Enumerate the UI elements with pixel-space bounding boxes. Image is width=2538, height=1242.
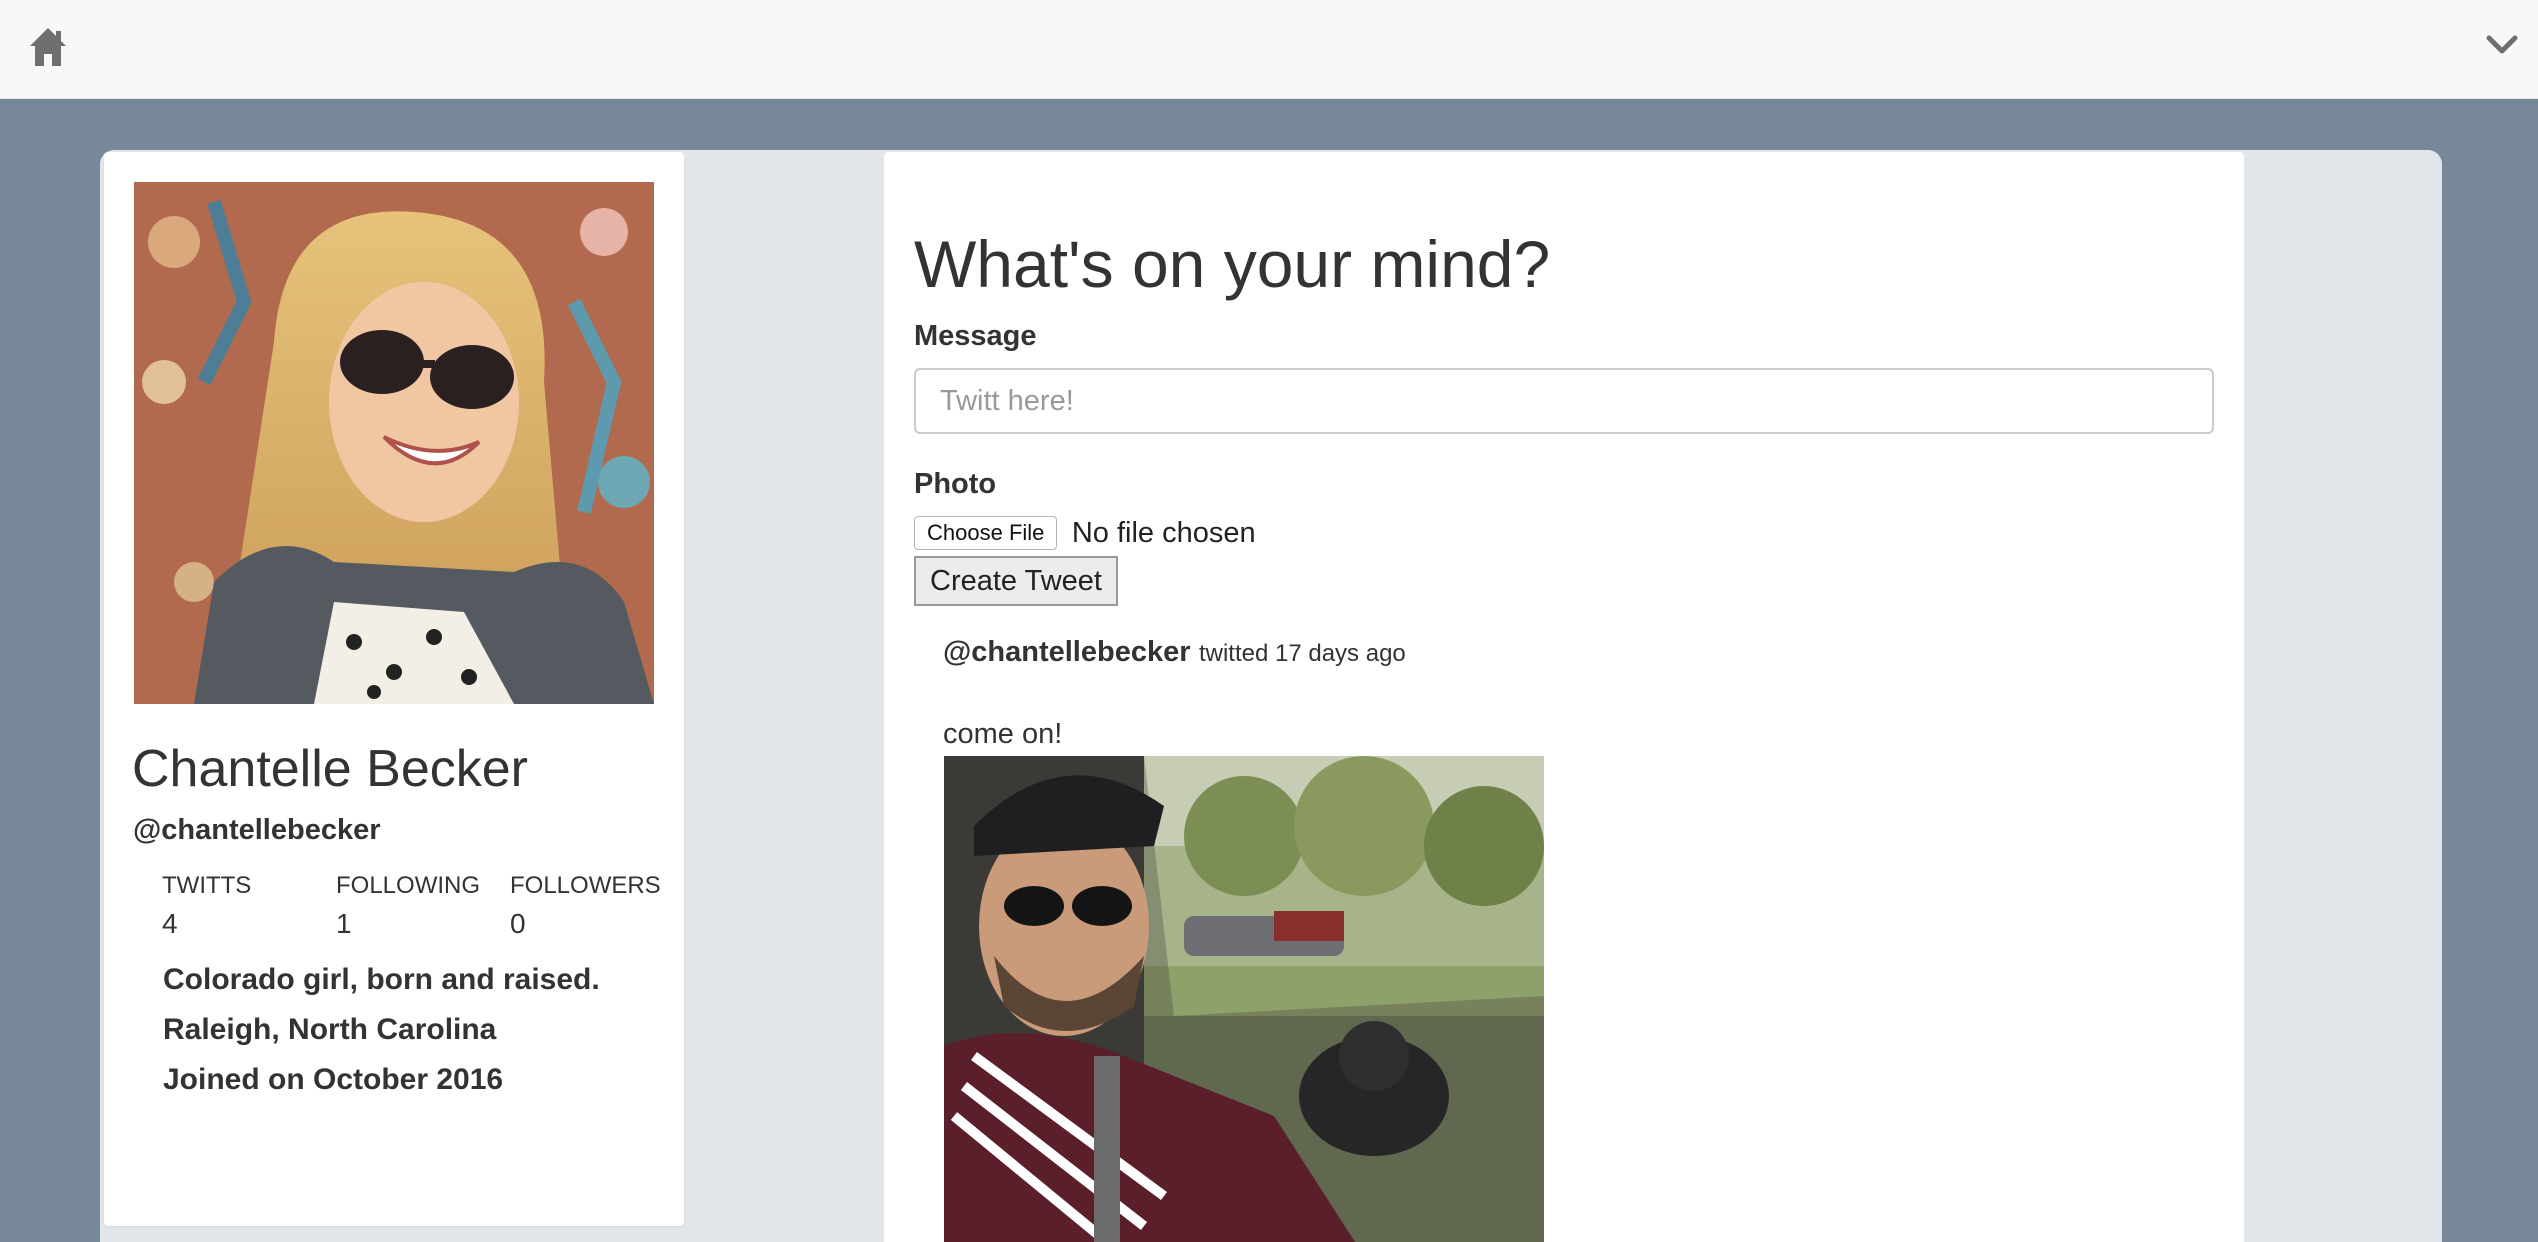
home-icon[interactable]	[28, 26, 68, 68]
main-panel: What's on your mind? Message Photo Choos…	[884, 152, 2244, 1242]
tweet-timestamp: twitted 17 days ago	[1198, 640, 1406, 667]
tweet-item: @chantellebecker twitted 17 days ago com…	[943, 636, 2143, 1242]
choose-file-button[interactable]: Choose File	[914, 516, 1058, 550]
tweet-photo[interactable]	[944, 756, 1544, 1242]
file-status: No file chosen	[1071, 516, 1256, 549]
stat-value: 4	[162, 908, 178, 939]
profile-name: Chantelle Becker	[132, 740, 528, 798]
message-label: Message	[914, 320, 1037, 352]
create-tweet-button[interactable]: Create Tweet	[914, 556, 1118, 606]
tweet-author[interactable]: @chantellebecker	[943, 636, 1191, 668]
stat-twitts[interactable]: TWITTS 4	[162, 872, 332, 940]
chevron-down-icon[interactable]	[2486, 32, 2518, 58]
stat-following[interactable]: FOLLOWING 1	[336, 872, 506, 940]
stat-label: FOLLOWERS	[510, 872, 661, 899]
stat-label: FOLLOWING	[336, 872, 481, 899]
photo-label: Photo	[914, 468, 997, 500]
photo-file-input: Choose File No file chosen	[914, 516, 1256, 552]
stat-label: TWITTS	[162, 872, 252, 899]
profile-bio: Colorado girl, born and raised.	[163, 963, 600, 996]
stat-value: 1	[336, 908, 352, 939]
profile-location: Raleigh, North Carolina	[163, 1013, 497, 1046]
stat-value: 0	[510, 908, 526, 939]
profile-handle[interactable]: @chantellebecker	[133, 814, 381, 847]
message-input[interactable]	[914, 368, 2214, 434]
profile-card: Chantelle Becker @chantellebecker TWITTS…	[104, 152, 684, 1226]
page-title: What's on your mind?	[914, 227, 1551, 301]
profile-joined: Joined on October 2016	[163, 1063, 504, 1096]
tweet-text: come on!	[943, 718, 1063, 750]
profile-stats: TWITTS 4 FOLLOWING 1 FOLLOWERS 0	[162, 872, 682, 952]
top-navbar	[0, 0, 2538, 99]
tweet-header: @chantellebecker twitted 17 days ago	[943, 636, 2143, 669]
avatar[interactable]	[134, 182, 654, 704]
stat-followers[interactable]: FOLLOWERS 0	[510, 872, 680, 940]
